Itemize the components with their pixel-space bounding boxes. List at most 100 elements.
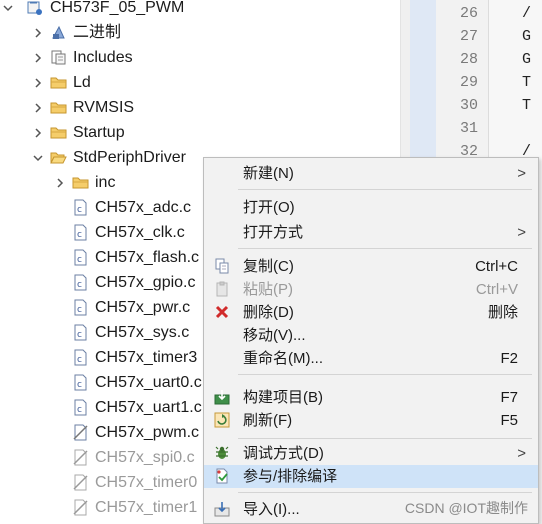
file-label: CH57x_spi0.c <box>95 449 195 466</box>
project-name: CH573F_05_PWM <box>50 0 185 16</box>
context-menu: 新建(N) > 打开(O) 打开方式 > 复制(C) Ctrl+C 粘贴(P) … <box>203 157 539 524</box>
code-line: T <box>522 74 532 91</box>
menu-separator <box>238 248 532 249</box>
svg-text:c: c <box>77 205 82 215</box>
tree-item-ld[interactable]: Ld <box>0 70 400 95</box>
svg-text:c: c <box>77 305 82 315</box>
line-number: 26 <box>459 5 478 22</box>
svg-text:c: c <box>77 405 82 415</box>
c-file-icon: c <box>74 249 87 266</box>
c-file-icon: c <box>74 324 87 341</box>
menu-separator <box>238 189 532 190</box>
code-line: / <box>522 5 532 22</box>
file-label: CH57x_gpio.c <box>95 274 196 291</box>
menu-item-new[interactable]: 新建(N) > <box>204 162 538 185</box>
file-label: CH57x_uart1.c <box>95 399 202 416</box>
file-label: CH57x_adc.c <box>95 199 192 216</box>
svg-text:c: c <box>77 330 82 340</box>
c-file-icon: c <box>74 374 87 391</box>
c-file-icon: c <box>74 299 87 316</box>
menu-separator <box>238 438 532 439</box>
submenu-arrow-icon: > <box>517 165 526 182</box>
chevron-down-icon[interactable] <box>32 145 44 170</box>
exclude-build-icon <box>216 468 228 484</box>
includes-icon <box>51 50 66 65</box>
menu-item-rename[interactable]: 重命名(M)... F2 <box>204 347 538 370</box>
folder-label: 二进制 <box>73 24 122 41</box>
file-label: CH57x_timer3 <box>95 349 198 366</box>
c-file-icon: c <box>74 199 87 216</box>
folder-label: Ld <box>73 74 91 91</box>
chevron-right-icon[interactable] <box>32 45 44 70</box>
svg-text:c: c <box>77 255 82 265</box>
copy-icon <box>215 258 229 274</box>
c-file-excluded-icon <box>73 499 88 516</box>
project-icon <box>27 1 42 15</box>
file-label: CH57x_clk.c <box>95 224 185 241</box>
menu-separator <box>238 492 532 493</box>
folder-label: Startup <box>73 124 125 141</box>
menu-item-delete[interactable]: 删除(D) 删除 <box>204 301 538 324</box>
code-line: T <box>522 97 532 114</box>
editor-ruler <box>410 0 436 160</box>
chevron-right-icon[interactable] <box>32 120 44 145</box>
file-label: CH57x_timer0 <box>95 474 198 491</box>
folder-label: RVMSIS <box>73 99 135 116</box>
c-file-excluded-icon <box>73 424 88 441</box>
paste-icon <box>216 281 228 297</box>
file-label: CH57x_flash.c <box>95 249 200 266</box>
c-file-excluded-icon <box>73 449 88 466</box>
menu-item-exclude-from-build[interactable]: 参与/排除编译 <box>204 465 538 488</box>
tree-item-includes[interactable]: Includes <box>0 45 400 70</box>
svg-text:c: c <box>77 380 82 390</box>
chevron-right-icon[interactable] <box>32 95 44 120</box>
folder-label: StdPeriphDriver <box>73 149 186 166</box>
line-number: 28 <box>459 51 478 68</box>
svg-text:c: c <box>77 355 82 365</box>
line-number: 30 <box>459 97 478 114</box>
delete-icon <box>215 305 229 319</box>
file-label: CH57x_sys.c <box>95 324 190 341</box>
line-number: 29 <box>459 74 478 91</box>
c-file-icon: c <box>74 349 87 366</box>
import-icon <box>214 502 230 517</box>
chevron-right-icon[interactable] <box>54 170 66 195</box>
folder-label: inc <box>95 174 116 191</box>
svg-text:c: c <box>77 230 82 240</box>
c-file-icon: c <box>74 399 87 416</box>
build-icon <box>214 390 230 405</box>
menu-item-open[interactable]: 打开(O) <box>204 196 538 219</box>
svg-text:c: c <box>77 280 82 290</box>
folder-icon <box>50 77 67 89</box>
tree-item-project[interactable]: CH573F_05_PWM <box>0 0 400 20</box>
tree-item-rvmsis[interactable]: RVMSIS <box>0 95 400 120</box>
submenu-arrow-icon: > <box>517 445 526 462</box>
menu-item-refresh[interactable]: 刷新(F) F5 <box>204 409 538 432</box>
bug-icon <box>215 446 229 459</box>
menu-item-copy[interactable]: 复制(C) Ctrl+C <box>204 255 538 278</box>
chevron-right-icon[interactable] <box>32 70 44 95</box>
folder-open-icon <box>50 152 67 164</box>
file-label: CH57x_uart0.c <box>95 374 202 391</box>
file-label: CH57x_timer1 <box>95 499 198 516</box>
chevron-down-icon[interactable] <box>2 0 14 20</box>
folder-label: Includes <box>73 49 133 66</box>
c-file-icon: c <box>74 224 87 241</box>
code-line: G <box>522 28 532 45</box>
line-number: 31 <box>459 120 478 137</box>
submenu-arrow-icon: > <box>517 224 526 241</box>
tree-item-startup[interactable]: Startup <box>0 120 400 145</box>
chevron-right-icon[interactable] <box>32 20 44 45</box>
c-file-icon: c <box>74 274 87 291</box>
menu-item-paste[interactable]: 粘贴(P) Ctrl+V <box>204 278 538 301</box>
folder-icon <box>50 127 67 139</box>
menu-item-move[interactable]: 移动(V)... <box>204 324 538 347</box>
tree-item-binaries[interactable]: 二进制 <box>0 20 400 45</box>
menu-item-debug-as[interactable]: 调试方式(D) > <box>204 442 538 465</box>
c-file-excluded-icon <box>73 474 88 491</box>
line-number: 27 <box>459 28 478 45</box>
menu-item-build-project[interactable]: 构建项目(B) F7 <box>204 386 538 409</box>
menu-item-open-with[interactable]: 打开方式 > <box>204 221 538 244</box>
watermark: CSDN @IOT趣制作 <box>404 500 528 516</box>
file-label: CH57x_pwm.c <box>95 424 200 441</box>
